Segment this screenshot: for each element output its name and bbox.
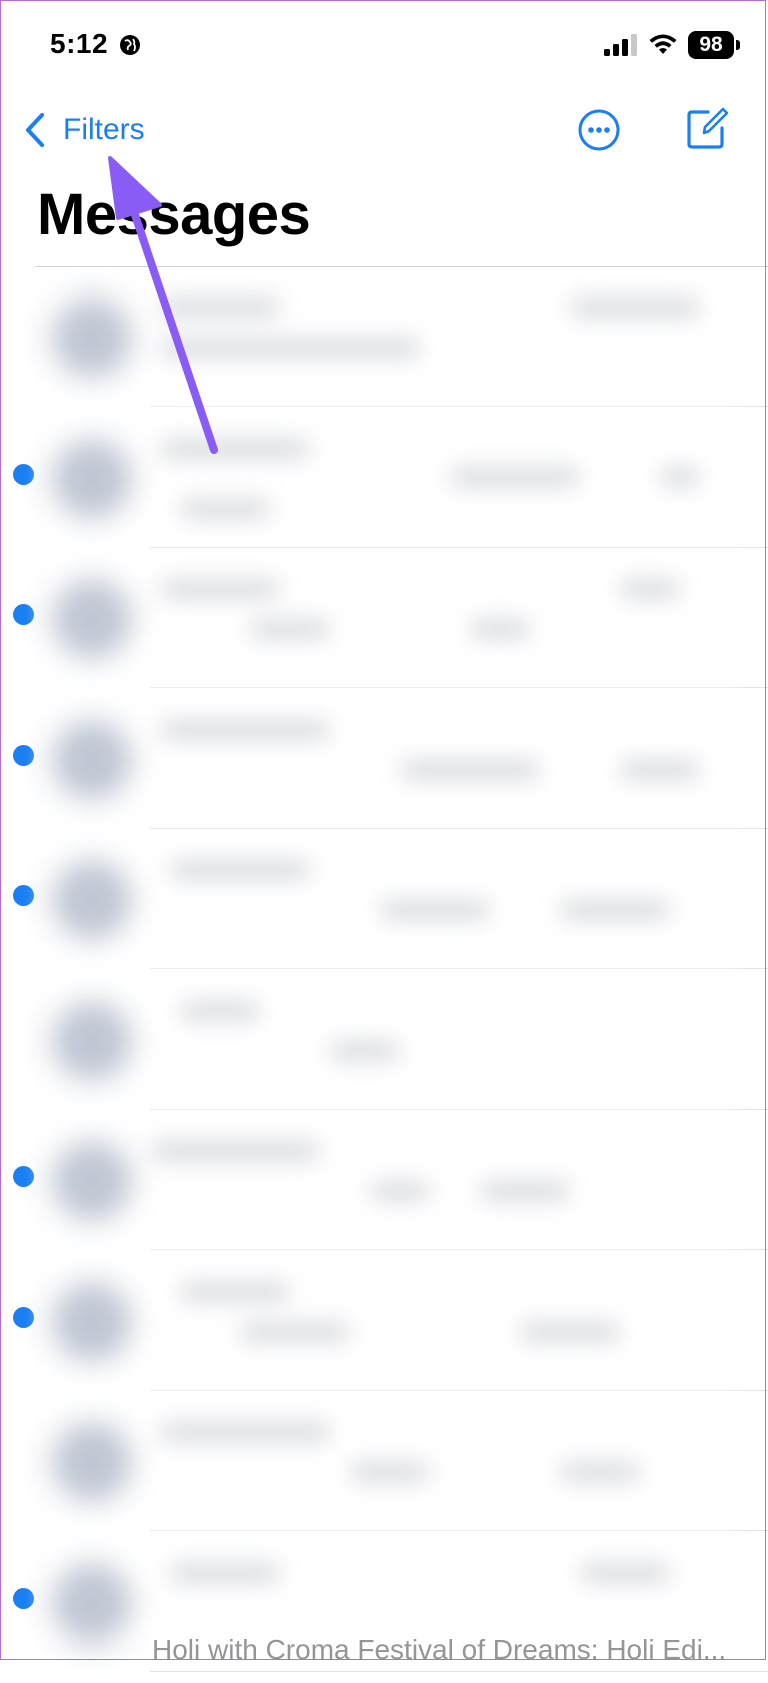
message-row[interactable] (0, 559, 768, 699)
blurred-text (330, 1040, 400, 1061)
unread-indicator (13, 1166, 34, 1187)
back-button-filters[interactable]: Filters (63, 112, 145, 148)
unread-indicator (13, 1306, 34, 1328)
row-separator (150, 406, 768, 407)
blurred-text (620, 579, 680, 599)
ellipsis-circle-icon[interactable] (578, 109, 620, 151)
wifi-icon (649, 34, 677, 54)
blurred-text (370, 1181, 430, 1201)
row-separator (150, 968, 768, 969)
blurred-text (250, 619, 330, 639)
blurred-text (180, 498, 270, 519)
avatar (52, 298, 132, 378)
message-row[interactable] (0, 700, 768, 840)
blurred-text (150, 1141, 320, 1161)
signal-icon (604, 34, 637, 56)
status-bar: 5:12 98 (0, 0, 768, 90)
blurred-text (480, 1181, 570, 1201)
row-separator (150, 1108, 768, 1110)
blurred-text (570, 298, 700, 318)
avatar (52, 1000, 132, 1081)
unread-indicator (13, 463, 34, 485)
blurred-text (520, 1321, 620, 1342)
avatar (52, 860, 132, 940)
message-preview-text: Holi with Croma Festival of Dreams: Holi… (152, 1634, 727, 1665)
blurred-text (160, 438, 310, 459)
unread-indicator (13, 1587, 34, 1609)
avatar (52, 579, 132, 659)
compose-icon[interactable] (686, 106, 728, 150)
row-separator (150, 687, 768, 688)
blurred-text (380, 900, 490, 920)
avatar (52, 719, 132, 800)
row-separator (150, 1389, 768, 1391)
message-list[interactable] (0, 268, 768, 1672)
blurred-text (160, 1422, 330, 1442)
blurred-text (580, 1562, 670, 1583)
avatar (52, 1422, 132, 1502)
globe-icon (120, 35, 140, 55)
blurred-text (180, 1000, 260, 1021)
battery-tip (736, 40, 740, 50)
header-divider (35, 266, 768, 267)
blurred-text (400, 759, 540, 780)
message-row[interactable] (0, 1121, 768, 1261)
row-separator (150, 1670, 768, 1672)
blurred-text (160, 338, 420, 358)
unread-indicator (13, 604, 34, 625)
row-separator (150, 827, 768, 829)
blurred-text (350, 1462, 430, 1482)
message-row[interactable] (0, 1402, 768, 1542)
blurred-text (450, 466, 580, 487)
message-row[interactable] (0, 981, 768, 1121)
row-separator (150, 546, 768, 548)
unread-indicator (13, 744, 34, 766)
blurred-text (620, 759, 700, 780)
blurred-text (470, 619, 530, 639)
battery-icon: 98 (688, 31, 734, 59)
blurred-text (170, 1562, 280, 1583)
blurred-text (180, 1281, 290, 1302)
blurred-text (240, 1321, 350, 1342)
blurred-text (560, 1462, 640, 1482)
row-separator (150, 1249, 768, 1250)
blurred-text (160, 719, 330, 740)
avatar (52, 1141, 132, 1221)
avatar (52, 1562, 132, 1643)
chevron-left-icon[interactable] (24, 112, 46, 148)
row-separator (150, 1530, 768, 1531)
message-row[interactable] (0, 278, 768, 418)
unread-indicator (13, 885, 34, 906)
status-time: 5:12 (50, 28, 109, 59)
blurred-text (660, 466, 700, 487)
avatar (52, 438, 132, 519)
blurred-text (560, 900, 670, 920)
page-title: Messages (37, 182, 311, 247)
message-row[interactable] (0, 419, 768, 559)
blurred-text (160, 298, 280, 318)
blurred-text (160, 579, 280, 599)
avatar (52, 1281, 132, 1362)
message-row[interactable] (0, 840, 768, 980)
blurred-text (170, 860, 310, 880)
message-row[interactable] (0, 1262, 768, 1402)
